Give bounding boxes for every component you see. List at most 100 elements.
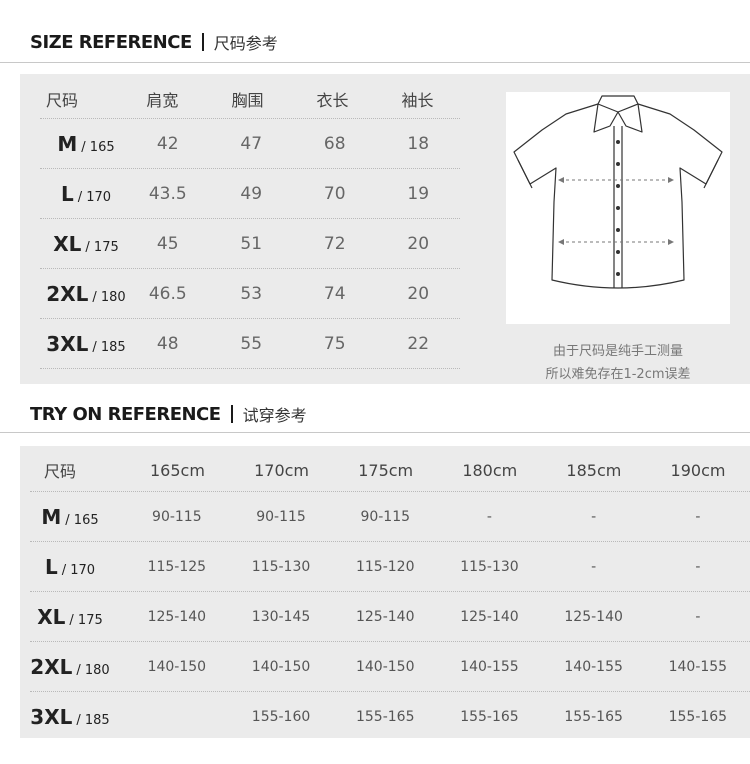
size-code: 3XL [46, 331, 89, 356]
weight-range: 125-140 [564, 608, 623, 625]
weight-range: - [486, 508, 492, 525]
size-height: / 175 [85, 239, 119, 255]
weight-range: 140-150 [147, 658, 207, 675]
title-divider [201, 33, 204, 51]
size-code: 3XL [30, 704, 73, 729]
size-code: 2XL [46, 281, 89, 306]
size-reference-title: SIZE REFERENCE 尺码参考 [30, 27, 278, 57]
length-value: 74 [323, 283, 346, 304]
weight-range: - [591, 508, 597, 525]
size-code: L [60, 181, 74, 206]
size-label: M/ 165 [30, 505, 110, 529]
header-height: 185cm [566, 460, 622, 480]
shoulder-value: 43.5 [148, 183, 187, 204]
sleeve-value: 20 [407, 283, 430, 304]
size-height: / 170 [77, 189, 112, 205]
measurement-note-1: 由于尺码是纯手工测量 [552, 344, 683, 359]
header-chest: 胸围 [231, 91, 264, 110]
header-height: 170cm [254, 460, 310, 480]
tryon-reference-title-cn: 试穿参考 [242, 406, 307, 425]
shirt-measurement-diagram [506, 92, 730, 324]
size-code: XL [53, 231, 82, 256]
shoulder-value: 46.5 [148, 283, 187, 304]
sleeve-value: 19 [407, 183, 430, 204]
measurement-note-2: 所以难免存在1-2cm误差 [545, 367, 691, 382]
tryon-reference-title: TRY ON REFERENCE 试穿参考 [30, 399, 307, 429]
shoulder-value: 48 [156, 333, 179, 354]
header-length: 衣长 [316, 91, 349, 110]
table-row: 3XL/ 185 48 55 75 22 [40, 318, 460, 369]
weight-range: 90-115 [256, 508, 306, 525]
chest-value: 53 [240, 283, 263, 304]
length-value: 68 [323, 133, 346, 154]
weight-range: 140-155 [668, 658, 728, 675]
size-label: L/ 170 [46, 182, 126, 206]
weight-range: 140-155 [564, 658, 623, 675]
size-height: / 170 [61, 562, 96, 578]
size-label: L/ 170 [30, 555, 110, 579]
chest-value: 49 [240, 183, 263, 204]
tryon-table: 尺码 165cm 170cm 175cm 180cm 185cm 190cm M… [30, 449, 750, 741]
table-row: M/ 165 90-115 90-115 90-115 - - - [30, 491, 750, 541]
table-row: XL/ 175 125-140 130-145 125-140 125-140 … [30, 591, 750, 641]
size-reference-title-cn: 尺码参考 [213, 34, 278, 53]
size-code: XL [37, 604, 66, 629]
weight-range: 155-165 [355, 708, 415, 725]
weight-range: 115-125 [147, 558, 207, 575]
weight-range: 125-140 [147, 608, 207, 625]
size-code: M [57, 131, 78, 156]
size-height: / 175 [69, 612, 103, 628]
size-label: 3XL/ 185 [30, 705, 110, 729]
size-label: XL/ 175 [46, 232, 126, 256]
weight-range: 125-140 [355, 608, 415, 625]
table-row: 2XL/ 180 140-150 140-150 140-150 140-155… [30, 641, 750, 691]
table-row: XL/ 175 45 51 72 20 [40, 218, 460, 268]
size-code: L [44, 554, 58, 579]
tryon-table-header: 尺码 165cm 170cm 175cm 180cm 185cm 190cm [30, 449, 750, 491]
size-table-header: 尺码 肩宽 胸围 衣长 袖长 [40, 80, 460, 118]
size-reference-title-en: SIZE REFERENCE [30, 31, 192, 53]
size-height: / 165 [81, 139, 115, 155]
sleeve-value: 18 [407, 133, 430, 154]
chest-value: 47 [240, 133, 263, 154]
size-code: 2XL [30, 654, 73, 679]
size-label: M/ 165 [46, 132, 126, 156]
short-sleeve-shirt-icon [513, 95, 723, 289]
shoulder-value: 42 [156, 133, 179, 154]
sleeve-value: 20 [407, 233, 430, 254]
chest-value: 51 [240, 233, 263, 254]
weight-range: - [695, 558, 701, 575]
header-height: 190cm [670, 460, 726, 480]
size-height: / 180 [92, 289, 126, 305]
weight-range: 155-165 [564, 708, 623, 725]
size-code: M [41, 504, 62, 529]
size-height: / 185 [76, 712, 110, 728]
header-shoulder: 肩宽 [146, 91, 179, 110]
size-label: 2XL/ 180 [46, 282, 126, 306]
weight-range: 140-150 [355, 658, 415, 675]
header-height: 180cm [462, 460, 518, 480]
table-row: M/ 165 42 47 68 18 [40, 118, 460, 168]
weight-range: 155-165 [460, 708, 519, 725]
header-sleeve: 袖长 [401, 91, 434, 110]
weight-range: 90-115 [360, 508, 411, 525]
length-value: 70 [323, 183, 346, 204]
weight-range: 115-130 [460, 558, 519, 575]
size-height: / 180 [76, 662, 110, 678]
weight-range: 130-145 [251, 608, 311, 625]
chest-value: 55 [240, 333, 263, 354]
weight-range: 140-150 [251, 658, 311, 675]
header-height: 175cm [358, 460, 414, 480]
weight-range: 125-140 [460, 608, 519, 625]
shoulder-value: 45 [156, 233, 179, 254]
weight-range: - [591, 558, 597, 575]
length-value: 72 [323, 233, 346, 254]
table-row: L/ 170 115-125 115-130 115-120 115-130 -… [30, 541, 750, 591]
title-divider [230, 405, 233, 423]
size-height: / 185 [92, 339, 126, 355]
length-value: 75 [323, 333, 346, 354]
size-height: / 165 [65, 512, 99, 528]
size-label: 2XL/ 180 [30, 655, 110, 679]
weight-range: 140-155 [460, 658, 519, 675]
header-size: 尺码 [46, 91, 79, 110]
